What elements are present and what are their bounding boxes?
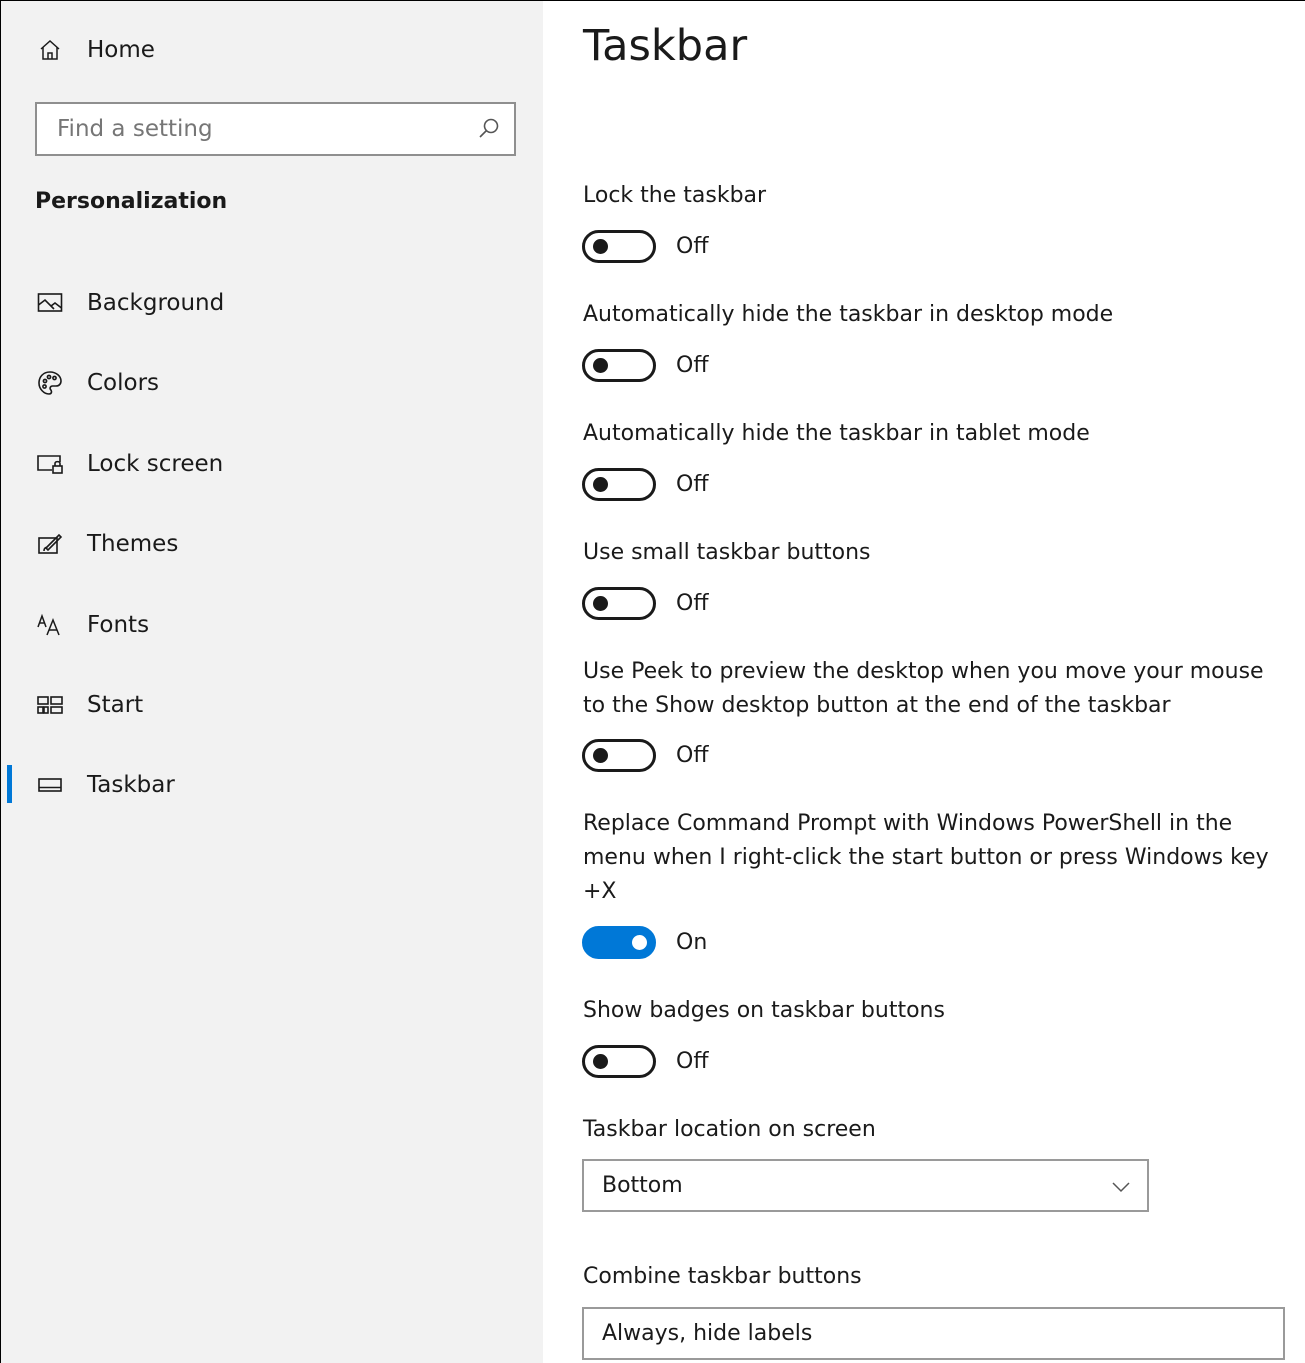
setting-label-line: Use Peek to preview the desktop when you… — [583, 659, 1264, 684]
setting-label-line: to the Show desktop button at the end of… — [583, 693, 1171, 718]
setting-label-peek: Use Peek to preview the desktop when you… — [583, 655, 1283, 723]
toggle-knob — [593, 358, 608, 373]
sidebar-item-home[interactable]: Home — [1, 20, 543, 80]
toggle-lock-taskbar[interactable] — [582, 230, 656, 263]
toggle-row-lock-taskbar: Off — [582, 230, 882, 264]
setting-label-powershell: Replace Command Prompt with Windows Powe… — [583, 807, 1283, 909]
setting-label-autohide-desktop: Automatically hide the taskbar in deskto… — [583, 302, 1114, 327]
page-title: Taskbar — [583, 21, 748, 71]
location-dropdown[interactable]: Bottom — [582, 1159, 1149, 1212]
sidebar-item-start[interactable]: Start — [1, 675, 543, 735]
toggle-knob — [593, 1054, 608, 1069]
sidebar-item-label: Background — [87, 290, 225, 316]
toggle-state: Off — [676, 1049, 709, 1074]
setting-label-combine: Combine taskbar buttons — [583, 1264, 862, 1289]
toggle-knob — [593, 748, 608, 763]
toggle-state: On — [676, 930, 708, 955]
lock-screen-icon — [35, 449, 65, 479]
sidebar: Home Personalization Background Colors — [1, 1, 543, 1363]
sidebar-item-label: Colors — [87, 370, 160, 396]
sidebar-item-background[interactable]: Background — [1, 273, 543, 333]
home-icon — [35, 35, 65, 65]
toggle-knob — [593, 239, 608, 254]
sidebar-item-lock-screen[interactable]: Lock screen — [1, 434, 543, 494]
toggle-knob — [632, 935, 647, 950]
sidebar-item-taskbar[interactable]: Taskbar — [1, 755, 543, 815]
toggle-row-peek: Off — [582, 739, 882, 773]
fonts-icon — [35, 610, 65, 640]
toggle-badges[interactable] — [582, 1045, 656, 1078]
image-icon — [35, 288, 65, 318]
toggle-peek[interactable] — [582, 739, 656, 772]
setting-label-location: Taskbar location on screen — [583, 1117, 876, 1142]
toggle-knob — [593, 596, 608, 611]
toggle-row-autohide-tablet: Off — [582, 468, 882, 502]
section-heading: Personalization — [35, 189, 228, 214]
sidebar-item-label: Taskbar — [87, 772, 175, 798]
dropdown-value: Always, hide labels — [602, 1321, 813, 1346]
setting-label-line: Replace Command Prompt with Windows Powe… — [583, 811, 1233, 836]
toggle-small-buttons[interactable] — [582, 587, 656, 620]
toggle-row-autohide-desktop: Off — [582, 349, 882, 383]
main-content: Taskbar Lock the taskbar Off Automatical… — [543, 1, 1305, 1363]
dropdown-value: Bottom — [602, 1173, 683, 1198]
start-tiles-icon — [35, 690, 65, 720]
sidebar-item-label: Themes — [87, 531, 179, 557]
toggle-state: Off — [676, 472, 709, 497]
sidebar-item-themes[interactable]: Themes — [1, 514, 543, 574]
search-box[interactable] — [35, 102, 516, 156]
setting-label-line: menu when I right-click the start button… — [583, 845, 1269, 870]
toggle-state: Off — [676, 743, 709, 768]
sidebar-item-fonts[interactable]: Fonts — [1, 595, 543, 655]
toggle-state: Off — [676, 234, 709, 259]
sidebar-item-label: Lock screen — [87, 451, 224, 477]
toggle-state: Off — [676, 353, 709, 378]
setting-label-lock-taskbar: Lock the taskbar — [583, 183, 767, 208]
search-input[interactable] — [37, 104, 457, 154]
setting-label-line: +X — [583, 879, 617, 904]
toggle-knob — [593, 477, 608, 492]
toggle-powershell[interactable] — [582, 926, 656, 959]
setting-label-small-buttons: Use small taskbar buttons — [583, 540, 871, 565]
brush-icon — [35, 529, 65, 559]
sidebar-item-label: Start — [87, 692, 144, 718]
toggle-row-powershell: On — [582, 926, 882, 960]
toggle-row-badges: Off — [582, 1045, 882, 1079]
sidebar-item-label: Home — [87, 37, 155, 63]
toggle-autohide-desktop[interactable] — [582, 349, 656, 382]
chevron-down-icon — [1112, 1182, 1130, 1193]
toggle-state: Off — [676, 591, 709, 616]
taskbar-icon — [35, 770, 65, 800]
search-icon[interactable] — [476, 116, 502, 142]
toggle-autohide-tablet[interactable] — [582, 468, 656, 501]
setting-label-badges: Show badges on taskbar buttons — [583, 998, 945, 1023]
sidebar-item-label: Fonts — [87, 612, 150, 638]
palette-icon — [35, 368, 65, 398]
toggle-row-small-buttons: Off — [582, 587, 882, 621]
setting-label-autohide-tablet: Automatically hide the taskbar in tablet… — [583, 421, 1090, 446]
sidebar-item-colors[interactable]: Colors — [1, 353, 543, 413]
combine-dropdown[interactable]: Always, hide labels — [582, 1307, 1285, 1360]
